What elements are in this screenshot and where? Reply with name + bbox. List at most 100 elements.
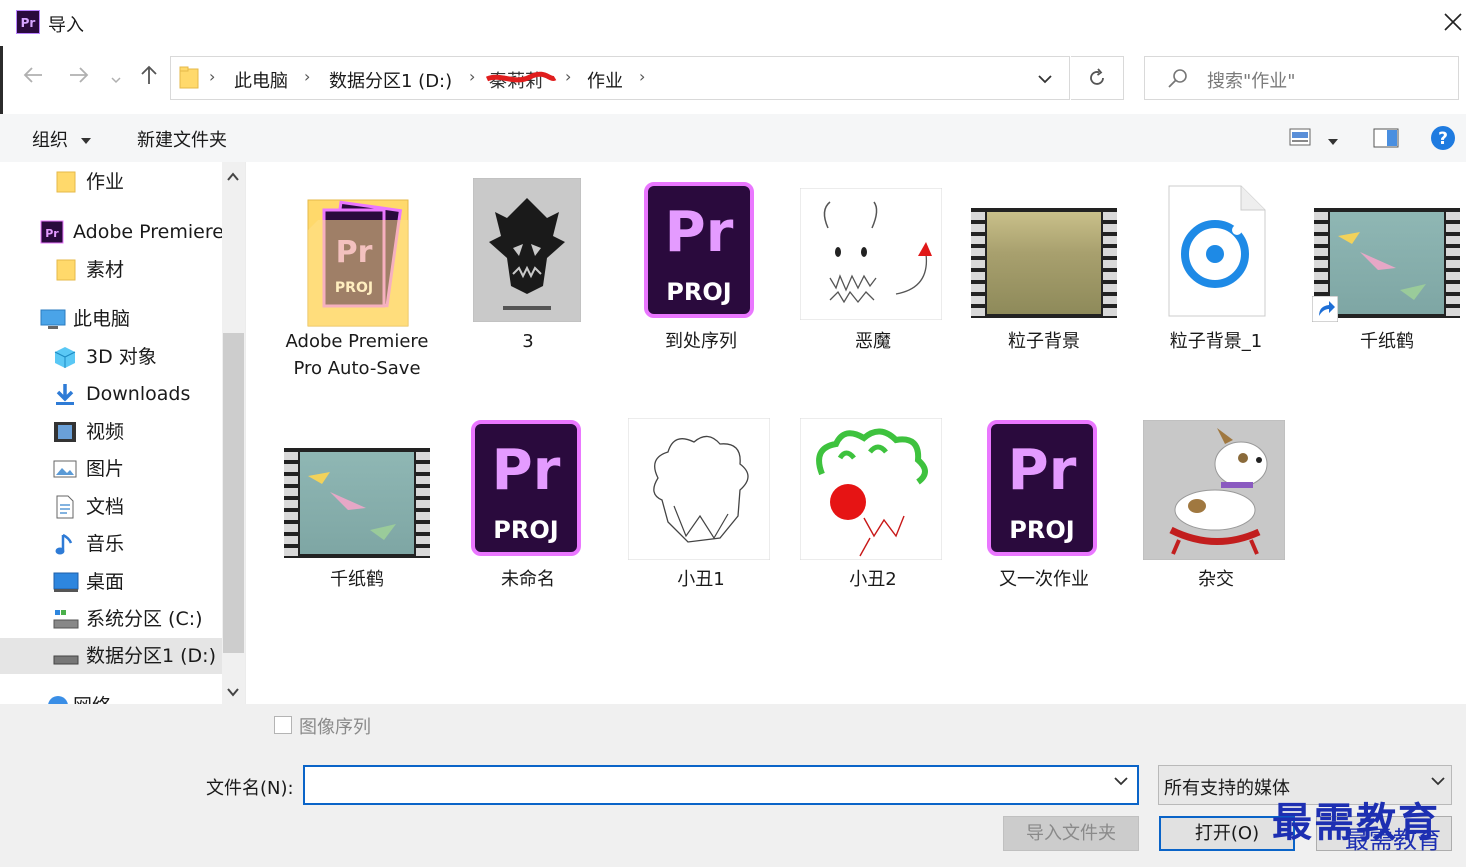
navigation-pane: 作业 Pr Adobe Premiere 素材 此电脑 3D 对象 Downlo… bbox=[0, 162, 246, 704]
forward-button[interactable] bbox=[68, 64, 90, 94]
chevron-down-icon bbox=[1038, 75, 1052, 84]
file-name: 小丑1 bbox=[677, 569, 725, 590]
sidebar-item-label: 系统分区 (C:) bbox=[86, 608, 203, 630]
close-icon bbox=[1444, 13, 1462, 31]
sidebar-item-label: 桌面 bbox=[86, 571, 125, 593]
image-thumbnail-clown-2 bbox=[800, 418, 942, 560]
premiere-app-icon: Pr bbox=[16, 10, 40, 34]
view-large-icons-icon bbox=[1289, 128, 1311, 146]
help-button[interactable]: ? bbox=[1430, 125, 1456, 155]
close-button[interactable] bbox=[1440, 8, 1466, 36]
sidebar-item-adobe-premiere[interactable]: Pr Adobe Premiere bbox=[40, 214, 222, 250]
address-history-dropdown[interactable] bbox=[1037, 71, 1053, 90]
scroll-down-button[interactable] bbox=[226, 683, 240, 702]
image-thumbnail-mask bbox=[473, 178, 581, 322]
breadcrumb-redacted-folder[interactable]: 秦莉莉 bbox=[485, 67, 557, 93]
file-name: 3 bbox=[522, 331, 534, 352]
breadcrumb-separator: › bbox=[639, 67, 646, 86]
project-subtitle: PROJ bbox=[1009, 516, 1075, 544]
file-item-paper-cranes-shortcut[interactable]: 千纸鹤 bbox=[1312, 178, 1462, 358]
new-folder-button[interactable]: 新建文件夹 bbox=[137, 126, 227, 152]
import-folder-button[interactable]: 导入文件夹 bbox=[1003, 816, 1139, 851]
project-badge: Pr bbox=[664, 200, 734, 265]
breadcrumb-drive-d[interactable]: 数据分区1 (D:) bbox=[329, 67, 452, 93]
project-badge: Pr bbox=[1007, 438, 1077, 503]
folder-icon bbox=[56, 258, 80, 282]
network-icon bbox=[46, 694, 70, 704]
file-name: 又一次作业 bbox=[999, 569, 1089, 590]
sidebar-item-drive-d[interactable]: 数据分区1 (D:) bbox=[0, 638, 222, 674]
file-item-hybrid[interactable]: 杂交 bbox=[1141, 416, 1291, 596]
svg-text:Pr: Pr bbox=[45, 227, 59, 240]
download-icon bbox=[53, 382, 77, 406]
view-options-button[interactable] bbox=[1289, 128, 1311, 150]
file-item-particle-bg[interactable]: 粒子背景 bbox=[969, 178, 1119, 358]
view-options-dropdown[interactable] bbox=[1327, 132, 1339, 151]
breadcrumb-current-folder[interactable]: 作业 bbox=[587, 67, 623, 93]
file-item-autosave-folder[interactable]: Pr PROJ Adobe Premiere Pro Auto-Save bbox=[282, 178, 432, 408]
picture-icon bbox=[53, 457, 77, 481]
breadcrumb-separator: › bbox=[209, 67, 216, 86]
file-name: 未命名 bbox=[501, 569, 555, 590]
file-name: 千纸鹤 bbox=[1360, 331, 1414, 352]
redaction-scribble bbox=[485, 71, 557, 83]
refresh-button[interactable] bbox=[1071, 56, 1124, 100]
premiere-project-icon: Pr PROJ bbox=[471, 420, 581, 556]
premiere-project-icon: Pr PROJ bbox=[644, 182, 754, 318]
file-item-untitled[interactable]: Pr PROJ 未命名 bbox=[453, 416, 603, 596]
arrow-right-icon bbox=[70, 67, 89, 83]
arrow-up-icon bbox=[141, 65, 157, 84]
organize-label: 组织 bbox=[32, 130, 68, 151]
sidebar-scrollbar-thumb[interactable] bbox=[223, 333, 244, 653]
window-title: 导入 bbox=[48, 15, 84, 36]
file-item-3[interactable]: 3 bbox=[453, 178, 603, 358]
file-item-another-homework[interactable]: Pr PROJ 又一次作业 bbox=[969, 416, 1119, 596]
file-item-clown-2[interactable]: 小丑2 bbox=[798, 416, 948, 596]
file-name: Adobe Premiere Pro Auto-Save bbox=[285, 331, 429, 379]
filename-input[interactable] bbox=[303, 765, 1139, 805]
chevron-down-icon bbox=[1431, 777, 1445, 786]
file-name: 恶魔 bbox=[855, 331, 891, 352]
file-item-project-1[interactable]: Pr PROJ 到处序列 bbox=[626, 178, 776, 358]
file-item-paper-cranes[interactable]: 千纸鹤 bbox=[282, 416, 432, 596]
media-file-icon bbox=[1168, 185, 1266, 317]
drive-icon bbox=[53, 607, 79, 631]
back-button[interactable] bbox=[22, 64, 44, 94]
premiere-project-icon: Pr PROJ bbox=[987, 420, 1097, 556]
breadcrumb-separator: › bbox=[565, 67, 572, 86]
help-icon: ? bbox=[1431, 126, 1455, 150]
image-sequence-checkbox[interactable] bbox=[274, 716, 292, 734]
file-name: 粒子背景_1 bbox=[1169, 331, 1263, 352]
sidebar-item-label: Downloads bbox=[86, 383, 191, 405]
recent-locations-button[interactable] bbox=[110, 66, 122, 94]
file-item-clown-1[interactable]: 小丑1 bbox=[626, 416, 776, 596]
sidebar-item-label: 3D 对象 bbox=[86, 346, 157, 368]
file-name: 杂交 bbox=[1198, 569, 1234, 590]
filename-history-dropdown[interactable] bbox=[1113, 773, 1129, 792]
preview-pane-button[interactable] bbox=[1373, 128, 1399, 152]
sidebar-item-label: 音乐 bbox=[86, 533, 125, 555]
sidebar-item-label: 网络 bbox=[73, 688, 111, 704]
file-item-devil[interactable]: 恶魔 bbox=[798, 178, 948, 358]
folder-icon bbox=[179, 66, 199, 90]
breadcrumb-separator: › bbox=[469, 67, 476, 86]
sidebar-item-label: 文档 bbox=[86, 496, 125, 518]
image-thumbnail-devil bbox=[800, 188, 942, 320]
search-input[interactable]: 搜索"作业" bbox=[1207, 67, 1296, 93]
breadcrumb-this-pc[interactable]: 此电脑 bbox=[234, 67, 288, 93]
preview-pane-icon bbox=[1373, 128, 1399, 148]
scroll-up-button[interactable] bbox=[226, 168, 240, 187]
file-item-particle-bg-1[interactable]: 粒子背景_1 bbox=[1141, 178, 1291, 358]
music-icon bbox=[53, 532, 77, 556]
cube-icon bbox=[53, 345, 77, 369]
desktop-icon bbox=[53, 570, 79, 594]
premiere-folder-icon: Pr PROJ bbox=[307, 199, 409, 327]
address-bar[interactable]: › 此电脑 › 数据分区1 (D:) › 秦莉莉 › 作业 › bbox=[170, 56, 1070, 100]
computer-icon bbox=[40, 307, 66, 331]
up-button[interactable] bbox=[138, 64, 160, 94]
search-icon bbox=[1167, 68, 1189, 94]
organize-menu[interactable]: 组织 bbox=[32, 126, 92, 152]
folder-icon bbox=[56, 170, 80, 194]
search-box[interactable]: 搜索"作业" bbox=[1144, 56, 1459, 100]
video-thumbnail bbox=[971, 208, 1117, 318]
